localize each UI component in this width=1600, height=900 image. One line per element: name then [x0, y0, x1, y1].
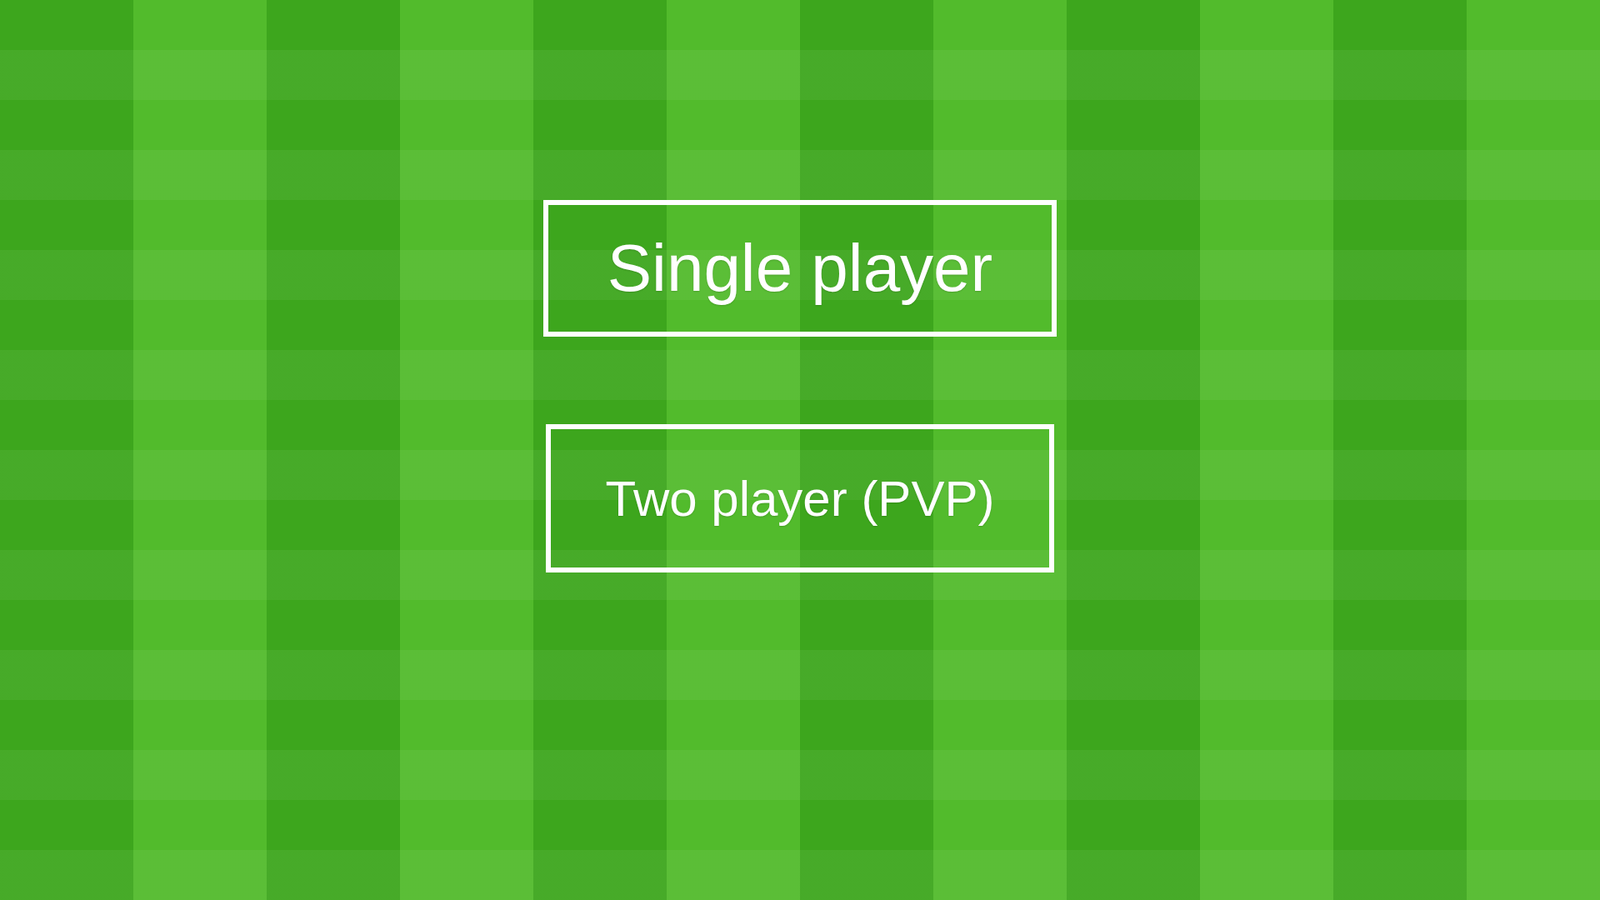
menu-button-label: Single player [607, 230, 994, 307]
menu-button[interactable]: Single player [543, 200, 1057, 337]
menu-button[interactable]: Two player (PVP) [545, 424, 1055, 573]
main-menu: Single player Two player (PVP) [0, 0, 1600, 900]
menu-button-label: Two player (PVP) [605, 470, 995, 528]
